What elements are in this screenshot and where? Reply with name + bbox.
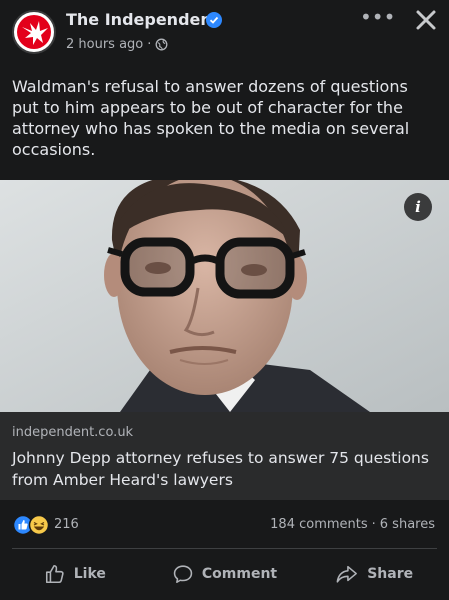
comment-bubble-icon	[173, 565, 193, 584]
attorney-portrait	[0, 180, 449, 412]
action-bar: Like Comment Share	[0, 552, 449, 596]
reaction-icons[interactable]	[12, 514, 52, 536]
comment-label: Comment	[201, 566, 278, 582]
globe-icon	[155, 38, 168, 51]
like-button[interactable]: Like	[0, 552, 150, 596]
share-button[interactable]: Share	[299, 552, 449, 596]
page-name[interactable]: The Independent	[66, 10, 219, 29]
post-time[interactable]: 2 hours ago	[66, 37, 143, 52]
verified-badge-icon	[206, 12, 222, 28]
share-arrow-icon	[336, 565, 358, 583]
comment-button[interactable]: Comment	[150, 552, 300, 596]
thumbs-up-icon	[45, 564, 64, 584]
page-avatar[interactable]	[12, 10, 56, 54]
more-options-icon[interactable]: •••	[360, 6, 395, 32]
like-label: Like	[73, 566, 106, 582]
close-icon[interactable]	[412, 6, 440, 34]
link-domain[interactable]: independent.co.uk	[12, 425, 133, 440]
link-headline[interactable]: Johnny Depp attorney refuses to answer 7…	[12, 447, 437, 491]
actions-divider	[12, 548, 437, 549]
comments-shares: 184 comments · 6 shares	[270, 517, 435, 532]
post-meta: 2 hours ago ·	[66, 37, 168, 52]
post-text: Waldman's refusal to answer dozens of qu…	[12, 77, 410, 159]
post-header: The Independent 2 hours ago · •••	[0, 0, 449, 66]
info-icon[interactable]: i	[404, 193, 432, 221]
shares-count[interactable]: 6 shares	[380, 517, 435, 532]
eagle-logo-icon	[22, 21, 48, 45]
meta-separator: ·	[147, 37, 152, 52]
reaction-count[interactable]: 216	[54, 517, 79, 532]
haha-reaction-icon	[28, 514, 50, 536]
comments-count[interactable]: 184 comments	[270, 517, 367, 532]
stats-separator: ·	[371, 517, 376, 532]
article-photo[interactable]	[0, 180, 449, 412]
share-label: Share	[367, 566, 414, 582]
